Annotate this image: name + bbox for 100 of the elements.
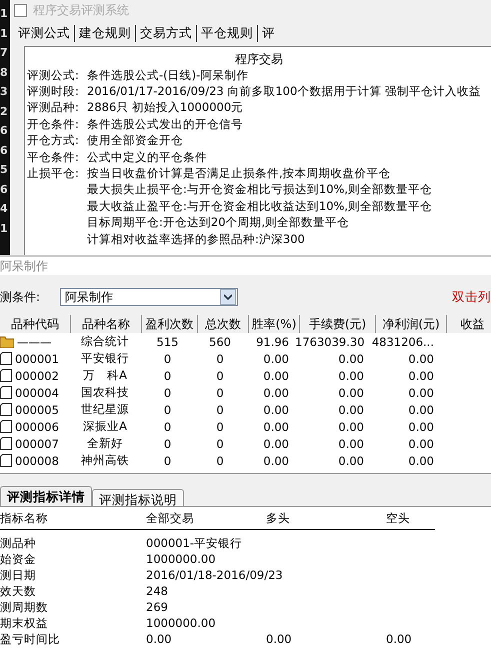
- table-cell: 深振业A: [83, 419, 127, 433]
- table-cell: 0: [164, 368, 172, 382]
- table-cell: 全新好: [87, 436, 123, 450]
- table-cell: 0: [164, 454, 172, 468]
- partial-digit: 6: [0, 142, 9, 158]
- column-header: 指标名称: [0, 510, 48, 524]
- table-cell: 世纪星源: [81, 402, 129, 416]
- table-cell: 0: [216, 454, 224, 468]
- tab[interactable]: 评测指标详情: [0, 486, 92, 506]
- table-cell: 000008: [15, 454, 59, 468]
- report-value: 2016/01/17-2016/09/23 向前多取100个数据用于计算 强制平仓计入收益: [87, 84, 481, 100]
- table-cell: 盈亏时间比: [0, 632, 60, 646]
- table-cell: 0.00: [263, 402, 289, 416]
- table-cell: 0: [216, 420, 224, 434]
- table-cell: 0: [216, 352, 224, 366]
- report-value: 条件选股公式-(日线)-阿呆制作: [87, 68, 248, 83]
- report-value: 条件选股公式发出的开仓信号: [87, 116, 243, 132]
- report-label: 评测品种:: [27, 100, 80, 116]
- table-cell: 0.00: [338, 402, 364, 416]
- table-cell: 0: [216, 436, 224, 450]
- report-value: 使用全部资金开仓: [87, 133, 183, 148]
- table-cell: 0.00: [146, 632, 172, 646]
- table-cell: 000004: [15, 386, 59, 400]
- table-cell: 4831206...: [372, 334, 434, 348]
- table-cell: ———: [17, 334, 52, 348]
- table-cell: 始资金: [0, 552, 36, 566]
- table-cell: 0.00: [408, 352, 434, 366]
- table-cell: 248: [146, 584, 168, 598]
- folder-icon: [0, 336, 14, 348]
- tab[interactable]: 评测公式: [14, 24, 75, 42]
- partial-digit: 1: [0, 220, 9, 236]
- table-cell: 0.00: [263, 436, 289, 450]
- report-label: 评测公式:: [27, 68, 80, 83]
- table-cell: 1000000.00: [146, 552, 216, 566]
- partial-digit: 2: [0, 104, 9, 120]
- table-cell: 0.00: [338, 386, 364, 400]
- partial-digit: 6: [0, 123, 9, 139]
- tab[interactable]: 平仓规则: [197, 24, 258, 42]
- table-cell: 0: [164, 386, 172, 400]
- tab[interactable]: 交易方式: [136, 24, 197, 42]
- table-cell: 0.00: [408, 402, 434, 416]
- table-cell: 91.96: [256, 334, 289, 348]
- table-cell: 0: [164, 352, 172, 366]
- table-cell: 000006: [15, 420, 59, 434]
- table-cell: 0.00: [263, 386, 289, 400]
- window-icon: [14, 4, 27, 16]
- table-cell: 0.00: [408, 368, 434, 382]
- partial-digit: 1: [0, 26, 9, 42]
- table-cell: 0.00: [266, 632, 292, 646]
- report-value: 计算相对收益率选择的参照品种:沪深300: [87, 232, 305, 247]
- tab[interactable]: 建仓规则: [75, 24, 136, 42]
- report-value: 最大损失止损平仓:与开仓资金相比亏损达到10%,则全部数量平仓: [87, 182, 432, 198]
- report-value: 2886只 初始投入1000000元: [87, 100, 244, 116]
- table-cell: 测品种: [0, 536, 36, 550]
- table-cell: 期末权益: [0, 616, 48, 630]
- caret-icon: [220, 289, 236, 305]
- table-cell: 000001: [15, 352, 59, 366]
- condition-select[interactable]: 阿呆制作: [60, 288, 238, 306]
- table-cell: 0.00: [408, 386, 434, 400]
- table-cell: 0.00: [408, 454, 434, 468]
- report-value: 最大收益止盈平仓:与开仓资金相比收益达到10%,则全部数量平仓: [87, 198, 432, 214]
- table-cell: 0.00: [263, 420, 289, 434]
- table-cell: 0: [164, 402, 172, 416]
- report-label: 评测时段:: [27, 84, 80, 100]
- table-cell: 000007: [15, 436, 59, 450]
- table-cell: 0.00: [338, 436, 364, 450]
- table-cell: 000001-平安银行: [146, 536, 242, 550]
- table-cell: 平安银行: [81, 351, 129, 365]
- tab[interactable]: 评测指标说明: [92, 489, 184, 506]
- column-header: 空头: [386, 510, 410, 524]
- column-header: 多头: [266, 510, 290, 524]
- table-cell: 515: [156, 334, 178, 348]
- column-header: 全部交易: [146, 510, 194, 524]
- partial-digit: 3: [0, 84, 9, 100]
- table-cell: 0.00: [338, 454, 364, 468]
- partial-digit: 1: [0, 6, 9, 22]
- partial-digit: 8: [0, 64, 9, 80]
- window-title: 阿呆制作: [0, 257, 491, 275]
- table-cell: 0: [216, 402, 224, 416]
- table-cell: 万 科A: [83, 368, 127, 382]
- table-cell: 国农科技: [81, 385, 129, 399]
- table-cell: 0: [164, 420, 172, 434]
- partial-digit: 6: [0, 182, 9, 198]
- table-cell: 效天数: [0, 584, 36, 598]
- table-cell: 000005: [15, 402, 59, 416]
- report-heading: 程序交易: [234, 51, 284, 67]
- report-value: 公式中定义的平仓条件: [87, 150, 207, 165]
- table-cell: 0.00: [408, 420, 434, 434]
- table-cell: 0.00: [263, 352, 289, 366]
- table-cell: 269: [146, 600, 168, 614]
- table-cell: 1763039.30: [295, 334, 365, 348]
- table-cell: 0.00: [408, 436, 434, 450]
- report-label: 开仓方式:: [27, 133, 80, 148]
- table-cell: 综合统计: [81, 334, 129, 348]
- report-label: 平仓条件:: [27, 150, 80, 165]
- report-value: 按当日收盘价计算是否满足止损条件,按本周期收盘价平仓: [87, 166, 391, 182]
- report-label: 止损平仓:: [27, 166, 80, 182]
- window-title: 程序交易评测系统: [33, 3, 129, 17]
- tab[interactable]: 评: [258, 24, 279, 42]
- table-cell: 0.00: [338, 368, 364, 382]
